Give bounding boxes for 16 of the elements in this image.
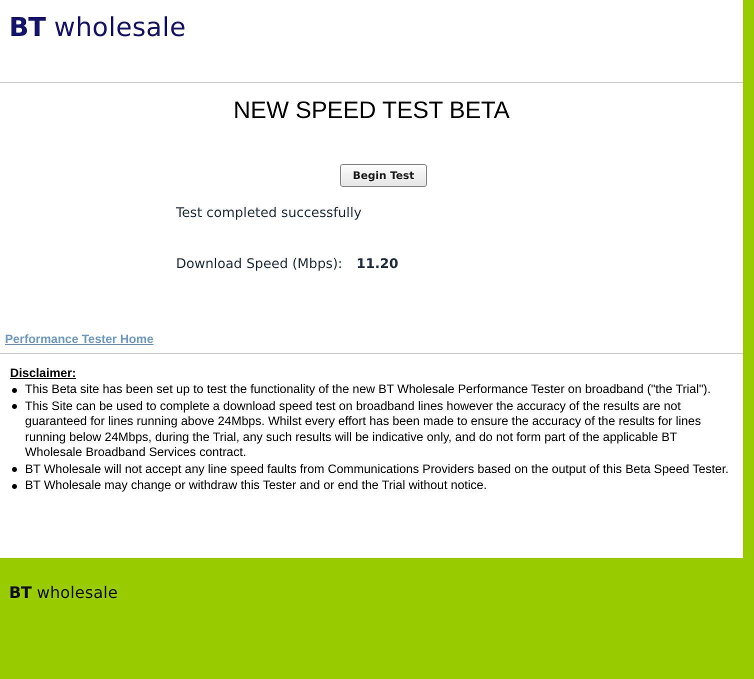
disclaimer-item: BT Wholesale will not accept any line speed faults from Communications Providers based on the output of this Beta Speed Tester. — [25, 462, 729, 477]
brand-logo: BT wholesale — [9, 14, 186, 43]
disclaimer-heading: Disclaimer: — [10, 366, 76, 381]
bullet-icon — [12, 484, 17, 488]
begin-test-button[interactable]: Begin Test — [340, 164, 428, 187]
bullet-icon — [12, 404, 17, 409]
result-value: 11.20 — [356, 257, 398, 273]
result-label: Download Speed (Mbps): — [176, 257, 342, 273]
disclaimer-item: This Site can be used to complete a download speed test on broadband lines however the accuracy of the results are not guaranteed for lines running above 24Mbps. Whilst every effort has been made to ensure the accuracy of the results for lines running below 24Mbps, during the Trial, any such results will be indicative only, and do not form part of the applicable BT Wholesale Broadband Services contract. — [25, 398, 702, 460]
page-title: NEW SPEED TEST BETA — [232, 97, 511, 125]
disclaimer-item: This Beta site has been set up to test the functionality of the new BT Wholesale Performance Tester on broadband ("the Trial"). — [25, 382, 711, 398]
bullet-icon — [12, 467, 17, 472]
status-message: Test completed successfully — [176, 206, 363, 222]
disclaimer-item: BT Wholesale may change or withdraw this Tester and or end the Trial without notice. — [25, 478, 487, 494]
footer-logo: BT wholesale — [9, 584, 118, 602]
bullet-icon — [12, 388, 17, 392]
